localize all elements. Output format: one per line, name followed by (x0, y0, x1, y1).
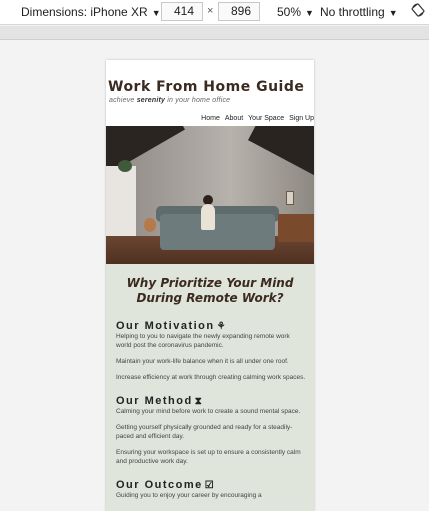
method-paragraph: Calming your mind before work to create … (116, 408, 301, 415)
hero-picture-frame (286, 191, 294, 205)
nav-about-link[interactable]: About (225, 115, 243, 122)
zoom-dropdown[interactable]: 50% ▼ (277, 5, 314, 19)
method-heading: Our Method ⧗ (116, 395, 314, 407)
tagline-emphasis: serenity (136, 97, 166, 104)
rotate-icon[interactable] (411, 3, 425, 17)
main-nav: Home About Your Space Sign Up (201, 115, 314, 122)
outcome-heading: Our Outcome ☑ (116, 479, 314, 491)
hero-shelf (106, 166, 136, 241)
nav-your-space-link[interactable]: Your Space (248, 115, 284, 122)
devtools-toolbar: Dimensions: iPhone XR ▼ 414 × 896 50% ▼ No… (0, 0, 429, 25)
tagline-suffix: in your home office (167, 97, 231, 104)
plant-icon: ⚘ (216, 321, 226, 332)
motivation-paragraph: Increase efficiency at work through crea… (116, 374, 306, 381)
viewport-height-input[interactable]: 896 (218, 2, 260, 21)
motivation-paragraph: Helping to you to navigate the newly exp… (116, 333, 290, 349)
hero-image (106, 126, 314, 264)
zoom-label: 50% (277, 5, 302, 19)
motivation-heading: Our Motivation ⚘ (116, 320, 314, 332)
viewport-width-input[interactable]: 414 (161, 2, 203, 21)
caret-down-icon: ▼ (305, 8, 314, 18)
main-content: Why Prioritize Your Mind During Remote W… (106, 264, 314, 511)
nav-home-link[interactable]: Home (201, 115, 220, 122)
method-paragraph: Ensuring your workspace is set up to ens… (116, 449, 301, 465)
method-paragraph: Getting yourself physically grounded and… (116, 424, 293, 440)
tagline-prefix: achieve (109, 97, 135, 104)
site-header: Work From Home Guide achieve serenity in… (106, 60, 314, 126)
caret-down-icon: ▼ (388, 8, 398, 18)
device-dimensions-dropdown[interactable]: Dimensions: iPhone XR ▼ (21, 5, 161, 19)
caret-down-icon: ▼ (151, 8, 161, 18)
motivation-paragraph: Maintain your work-life balance when it … (116, 358, 289, 365)
throttling-label: No throttling (320, 5, 385, 19)
hero-plant (118, 160, 132, 172)
hero-cabinet (278, 214, 314, 242)
site-tagline: achieve serenity in your home office (109, 97, 230, 104)
device-viewport: Work From Home Guide achieve serenity in… (106, 60, 314, 511)
outcome-title: Our Outcome (116, 479, 203, 491)
method-title: Our Method (116, 395, 193, 407)
checkbox-icon: ☑ (204, 480, 214, 491)
hero-lamp (144, 218, 156, 232)
motivation-title: Our Motivation (116, 320, 215, 332)
hero-sofa (160, 214, 275, 250)
nav-sign-up-link[interactable]: Sign Up (289, 115, 314, 122)
media-query-bar[interactable] (0, 26, 429, 40)
outcome-paragraph: Guiding you to enjoy your career by enco… (116, 492, 262, 499)
site-title[interactable]: Work From Home Guide (108, 79, 304, 95)
dimension-separator: × (207, 5, 214, 17)
hourglass-icon: ⧗ (194, 396, 202, 407)
throttling-dropdown[interactable]: No throttling ▼ (320, 5, 398, 19)
device-dimensions-label: Dimensions: iPhone XR (21, 5, 148, 19)
section-heading: Why Prioritize Your Mind During Remote W… (126, 276, 294, 305)
hero-person (201, 204, 215, 230)
